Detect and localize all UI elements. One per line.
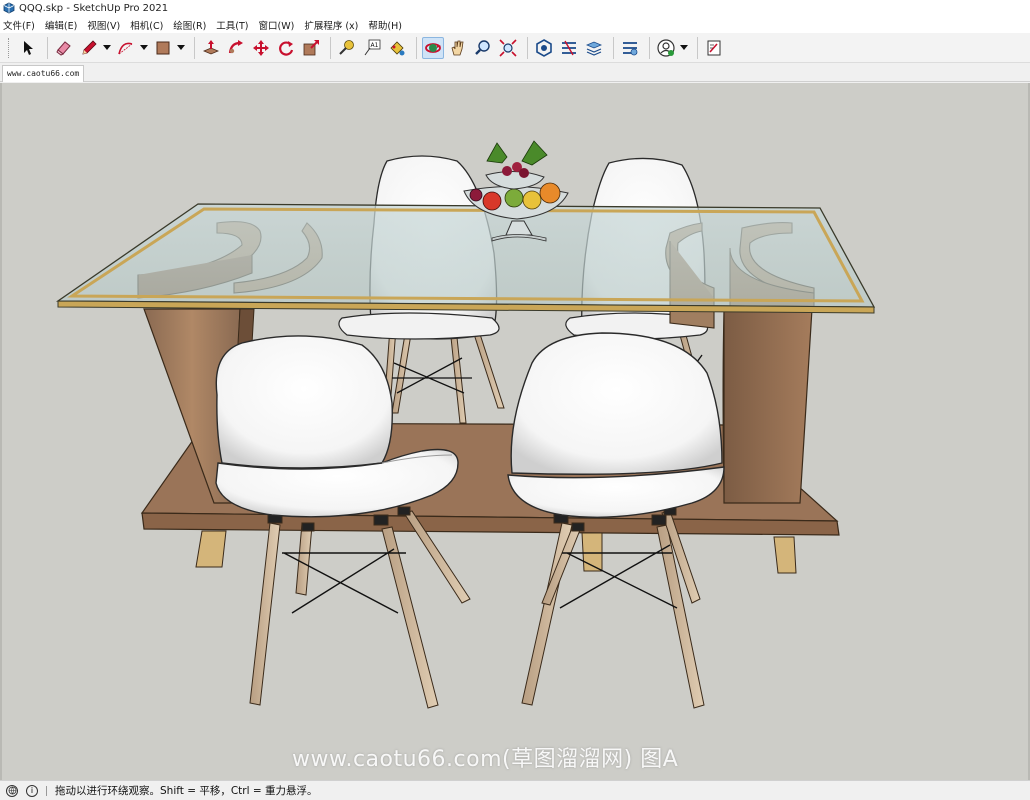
text-icon: A1 <box>364 39 381 55</box>
3d-warehouse-button[interactable] <box>533 37 555 59</box>
modeling-viewport[interactable]: www.caotu66.com(草图溜溜网) 图A <box>0 83 1030 780</box>
styles-button[interactable] <box>619 37 641 59</box>
toolbar-separator <box>649 36 650 59</box>
toolbar-separator <box>697 36 698 59</box>
scene-tab[interactable]: www.caotu66.com <box>2 65 85 82</box>
pencil-dropdown[interactable] <box>103 37 111 59</box>
arc-tool-button[interactable] <box>115 37 137 59</box>
layout-button[interactable] <box>583 37 605 59</box>
geolocation-icon[interactable] <box>6 784 18 797</box>
account-icon <box>657 38 675 57</box>
menu-extensions[interactable]: 扩展程序 (x) <box>304 18 358 32</box>
menu-bar: 文件(F) 编辑(E) 视图(V) 相机(C) 绘图(R) 工具(T) 窗口(W… <box>0 16 1030 33</box>
svg-text:A1: A1 <box>371 42 379 49</box>
eraser-icon <box>56 40 71 56</box>
arc-icon <box>118 42 133 54</box>
scene-tab-bar: www.caotu66.com <box>0 63 1030 82</box>
zoom-extents-icon <box>499 38 517 57</box>
paint-bucket-icon <box>390 40 405 55</box>
menu-help[interactable]: 帮助(H) <box>368 18 402 32</box>
send-to-layout-button[interactable] <box>703 37 725 59</box>
chevron-down-icon <box>680 44 688 50</box>
select-icon <box>24 40 33 55</box>
extension-warehouse-button[interactable] <box>558 37 580 59</box>
arc-dropdown[interactable] <box>140 37 148 59</box>
main-toolbar: A1 <box>0 33 1030 63</box>
toolbar-separator <box>416 36 417 59</box>
zoom-icon <box>475 39 490 55</box>
toolbar-separator <box>613 36 614 59</box>
rectangle-tool-button[interactable] <box>152 37 174 59</box>
status-separator <box>46 785 47 796</box>
send-to-layout-icon <box>707 40 721 55</box>
pan-icon <box>451 40 464 55</box>
follow-me-icon <box>228 39 243 53</box>
chevron-down-icon <box>103 44 111 50</box>
push-pull-tool-button[interactable] <box>200 37 222 59</box>
select-tool-button[interactable] <box>17 37 39 59</box>
eraser-tool-button[interactable] <box>53 37 75 59</box>
toolbar-separator <box>527 36 528 59</box>
title-bar: QQQ.skp - SketchUp Pro 2021 <box>0 0 1030 16</box>
paint-bucket-tool-button[interactable] <box>386 37 408 59</box>
styles-icon <box>623 41 638 55</box>
back-chair-left-legs <box>383 327 505 424</box>
account-button[interactable] <box>655 37 677 59</box>
follow-me-tool-button[interactable] <box>225 37 247 59</box>
pan-tool-button[interactable] <box>447 37 469 59</box>
sketchup-window: QQQ.skp - SketchUp Pro 2021 文件(F) 编辑(E) … <box>0 0 1030 800</box>
status-message: 拖动以进行环绕观察。Shift = 平移，Ctrl = 重力悬浮。 <box>55 785 318 797</box>
3d-warehouse-icon <box>536 38 552 57</box>
front-left-chair-legs <box>249 506 471 709</box>
sketchup-logo-icon <box>3 2 15 14</box>
tape-measure-tool-button[interactable] <box>336 37 358 59</box>
chevron-down-icon <box>177 44 185 50</box>
toolbar-separator <box>330 36 331 59</box>
rotate-icon <box>279 40 294 56</box>
menu-view[interactable]: 视图(V) <box>87 18 120 32</box>
menu-draw[interactable]: 绘图(R) <box>173 18 206 32</box>
move-tool-button[interactable] <box>250 37 272 59</box>
orbit-icon <box>425 42 441 53</box>
window-title: QQQ.skp - SketchUp Pro 2021 <box>19 2 169 14</box>
move-icon <box>253 39 269 56</box>
3d-model-view <box>55 140 876 709</box>
chevron-down-icon <box>140 44 148 50</box>
rotate-tool-button[interactable] <box>275 37 297 59</box>
glass-tabletop <box>55 203 876 314</box>
info-icon[interactable]: i <box>26 784 38 797</box>
scale-icon <box>303 39 319 55</box>
layout-icon <box>585 41 603 56</box>
rectangle-icon <box>156 41 170 54</box>
menu-window[interactable]: 窗口(W) <box>259 18 295 32</box>
tape-measure-icon <box>339 39 354 55</box>
zoom-extents-tool-button[interactable] <box>497 37 519 59</box>
front-right-chair-legs <box>521 506 705 709</box>
pencil-tool-button[interactable] <box>78 37 100 59</box>
toolbar-grip[interactable] <box>8 37 11 58</box>
watermark-text: www.caotu66.com(草图溜溜网) 图A <box>292 747 679 772</box>
orbit-tool-button[interactable] <box>422 36 444 59</box>
toolbar-separator <box>47 36 48 59</box>
rectangle-dropdown[interactable] <box>177 37 185 59</box>
pencil-icon <box>82 39 97 55</box>
toolbar-separator <box>194 36 195 59</box>
zoom-tool-button[interactable] <box>472 37 494 59</box>
text-tool-button[interactable]: A1 <box>361 37 383 59</box>
menu-file[interactable]: 文件(F) <box>3 18 35 32</box>
menu-camera[interactable]: 相机(C) <box>130 18 163 32</box>
right-pedestal <box>722 308 813 504</box>
account-dropdown[interactable] <box>680 37 688 59</box>
menu-tools[interactable]: 工具(T) <box>216 18 248 32</box>
scale-tool-button[interactable] <box>300 37 322 59</box>
menu-edit[interactable]: 编辑(E) <box>45 18 77 32</box>
globe-icon <box>8 786 16 795</box>
status-bar: i 拖动以进行环绕观察。Shift = 平移，Ctrl = 重力悬浮。 <box>0 780 1030 800</box>
extension-warehouse-icon <box>562 40 576 55</box>
push-pull-icon <box>202 39 220 54</box>
